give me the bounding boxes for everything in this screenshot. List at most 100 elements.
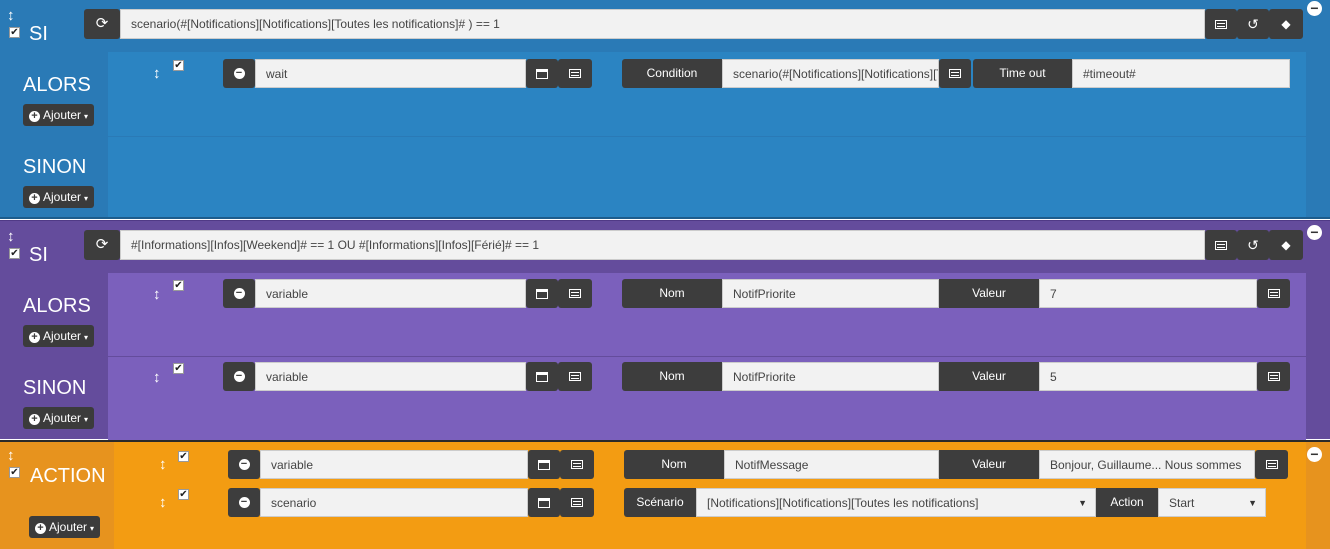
- drag-handle-icon[interactable]: ↕: [159, 457, 167, 472]
- drag-handle-icon[interactable]: ↕: [7, 8, 15, 23]
- enable-checkbox[interactable]: ✔: [173, 363, 184, 374]
- add-action-button[interactable]: + Ajouter ▾: [29, 516, 101, 538]
- remove-action-button[interactable]: −: [223, 362, 255, 391]
- enable-checkbox[interactable]: ✔: [9, 467, 20, 478]
- timeout-param-input[interactable]: #timeout#: [1072, 59, 1290, 88]
- param-label: Action: [1096, 488, 1158, 517]
- window-icon: [538, 497, 550, 508]
- then-label: ALORS: [23, 74, 91, 96]
- variable-name-input[interactable]: NotifPriorite: [722, 279, 939, 308]
- add-then-button[interactable]: + Ajouter ▾: [23, 104, 95, 126]
- else-label: SINON: [23, 377, 87, 399]
- drag-handle-icon[interactable]: ↕: [153, 287, 161, 302]
- block-type-label: SI: [29, 23, 48, 45]
- drag-handle-icon[interactable]: ↕: [7, 448, 15, 463]
- scenario-action-select[interactable]: Start ▼: [1158, 488, 1266, 517]
- select-action-button[interactable]: [528, 450, 560, 479]
- select-command-button[interactable]: [1205, 230, 1237, 260]
- enable-checkbox[interactable]: ✔: [173, 280, 184, 291]
- drag-handle-icon[interactable]: ↕: [153, 370, 161, 385]
- history-button[interactable]: ↺: [1237, 9, 1269, 39]
- select-command-button[interactable]: [1257, 279, 1290, 308]
- select-command-button[interactable]: [558, 362, 592, 391]
- minus-circle-icon: −: [233, 288, 245, 300]
- select-command-button[interactable]: [1255, 450, 1288, 479]
- select-arrow-icon: ▼: [1078, 498, 1087, 508]
- enable-checkbox[interactable]: ✔: [178, 451, 189, 462]
- plus-icon: +: [35, 523, 46, 534]
- select-action-button[interactable]: [528, 488, 560, 517]
- list-icon: [949, 69, 961, 79]
- enable-checkbox[interactable]: ✔: [9, 27, 20, 38]
- drag-handle-icon[interactable]: ↕: [153, 66, 161, 81]
- variable-name-input[interactable]: NotifMessage: [724, 450, 939, 479]
- caret-down-icon: ▾: [84, 112, 89, 121]
- add-label: Ajouter: [49, 520, 88, 534]
- drag-handle-icon[interactable]: ↕: [7, 229, 15, 244]
- select-action-button[interactable]: [526, 279, 558, 308]
- enable-checkbox[interactable]: ✔: [173, 60, 184, 71]
- add-label: Ajouter: [43, 411, 82, 425]
- list-icon: [571, 498, 583, 508]
- add-else-button[interactable]: + Ajouter ▾: [23, 186, 95, 208]
- cube-button[interactable]: ◆: [1269, 230, 1303, 260]
- remove-block-button[interactable]: −: [1307, 225, 1322, 240]
- minus-circle-icon: −: [233, 68, 245, 80]
- condition-expression-input[interactable]: scenario(#[Notifications][Notifications]…: [120, 9, 1205, 39]
- param-label: Scénario: [624, 488, 696, 517]
- action-command-input[interactable]: scenario: [260, 488, 528, 517]
- list-icon: [1267, 289, 1280, 299]
- variable-value-input[interactable]: 7: [1039, 279, 1257, 308]
- sinon-area: [108, 137, 1306, 217]
- list-icon: [1267, 372, 1280, 382]
- condition-expression-input[interactable]: #[Informations][Infos][Weekend]# == 1 OU…: [120, 230, 1205, 260]
- si-block-2: ↕ ✔ SI − ⟳ #[Informations][Infos][Weeken…: [0, 220, 1330, 440]
- variable-value-input[interactable]: Bonjour, Guillaume... Nous sommes: [1039, 450, 1255, 479]
- enable-checkbox[interactable]: ✔: [178, 489, 189, 500]
- param-label: Nom: [622, 362, 722, 391]
- action-command-input[interactable]: variable: [260, 450, 528, 479]
- select-command-button[interactable]: [1205, 9, 1237, 39]
- select-command-button[interactable]: [558, 59, 592, 88]
- refresh-icon[interactable]: ⟳: [84, 9, 120, 39]
- remove-action-button[interactable]: −: [223, 279, 255, 308]
- select-command-button[interactable]: [1257, 362, 1290, 391]
- caret-down-icon: ▾: [84, 194, 89, 203]
- add-else-button[interactable]: + Ajouter ▾: [23, 407, 95, 429]
- caret-down-icon: ▾: [84, 415, 89, 424]
- variable-name-input[interactable]: NotifPriorite: [722, 362, 939, 391]
- list-icon: [569, 372, 581, 382]
- add-label: Ajouter: [43, 190, 82, 204]
- drag-handle-icon[interactable]: ↕: [159, 495, 167, 510]
- refresh-icon[interactable]: ⟳: [84, 230, 120, 260]
- action-command-input[interactable]: wait: [255, 59, 526, 88]
- history-button[interactable]: ↺: [1237, 230, 1269, 260]
- plus-icon: +: [29, 332, 40, 343]
- block-type-label: SI: [29, 244, 48, 266]
- select-command-button[interactable]: [558, 279, 592, 308]
- enable-checkbox[interactable]: ✔: [9, 248, 20, 259]
- select-command-button[interactable]: [939, 59, 971, 88]
- select-action-button[interactable]: [526, 362, 558, 391]
- action-block: ↕ ✔ ACTION − + Ajouter ▾ ↕ ✔ − variable No…: [0, 440, 1330, 549]
- cube-button[interactable]: ◆: [1269, 9, 1303, 39]
- remove-block-button[interactable]: −: [1307, 1, 1322, 16]
- action-command-input[interactable]: variable: [255, 362, 526, 391]
- condition-param-input[interactable]: scenario(#[Notifications][Notifications]…: [722, 59, 939, 88]
- param-label: Nom: [622, 279, 722, 308]
- remove-action-button[interactable]: −: [228, 488, 260, 517]
- remove-action-button[interactable]: −: [223, 59, 255, 88]
- scenario-action-select-value: Start: [1169, 496, 1195, 510]
- action-command-input[interactable]: variable: [255, 279, 526, 308]
- param-label: Valeur: [939, 279, 1039, 308]
- scenario-select[interactable]: [Notifications][Notifications][Toutes le…: [696, 488, 1096, 517]
- scenario-select-value: [Notifications][Notifications][Toutes le…: [707, 496, 979, 510]
- select-action-button[interactable]: [526, 59, 558, 88]
- add-then-button[interactable]: + Ajouter ▾: [23, 325, 95, 347]
- variable-value-input[interactable]: 5: [1039, 362, 1257, 391]
- select-command-button[interactable]: [560, 450, 594, 479]
- remove-block-button[interactable]: −: [1307, 447, 1322, 462]
- select-command-button[interactable]: [560, 488, 594, 517]
- remove-action-button[interactable]: −: [228, 450, 260, 479]
- window-icon: [536, 371, 548, 382]
